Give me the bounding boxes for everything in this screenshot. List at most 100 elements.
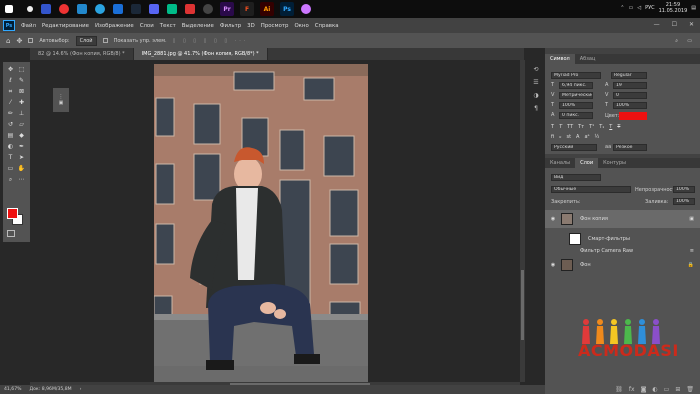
document-photo[interactable] [154,64,368,384]
telegram-icon[interactable] [95,4,105,14]
all-caps-button[interactable]: TT [567,124,573,130]
foreground-color-swatch[interactable] [7,208,18,219]
align-icons[interactable]: ▯ ▯ ▯ ▯ ▯ ▯ ··· [173,38,249,44]
workspace-icon[interactable]: ▭ [687,38,692,44]
photoshop-icon[interactable]: Ps [280,2,294,16]
delete-layer-icon[interactable]: 🗑 [686,386,694,393]
font-family-select[interactable]: Myriad Pro [551,72,601,79]
baseline-field[interactable]: 0 пикс. [559,112,593,119]
move-tool-icon[interactable]: ✥ [16,37,22,45]
superscript-button[interactable]: T¹ [589,124,594,130]
language-select[interactable]: Русский [551,144,597,151]
menu-window[interactable]: Окно [294,23,308,29]
mail-icon[interactable] [77,4,87,14]
paragraph-panel-icon[interactable]: ¶ [534,105,538,112]
doc-tab-1[interactable]: 82 @ 14.6% (Фон копия, RGB/8) * [30,48,134,60]
status-arrow-icon[interactable]: › [80,387,82,392]
search-icon[interactable]: ⌕ [675,38,678,44]
marquee-tool-icon[interactable]: ⬚ [16,64,27,75]
frame-tool-icon[interactable]: ⊠ [16,86,27,97]
chrome-icon[interactable] [59,4,69,14]
transform-controls-checkbox[interactable] [102,38,108,43]
premiere-icon[interactable]: Pr [220,2,234,16]
zoom-tool-icon[interactable]: ⌕ [5,174,16,185]
menu-view[interactable]: Просмотр [261,23,289,29]
browser-icon[interactable] [41,4,51,14]
vertical-scroll-thumb[interactable] [521,270,524,340]
tab-paths[interactable]: Контуры [598,158,631,168]
ordinals-button[interactable]: aᵃ [584,134,589,140]
autoselect-checkbox[interactable] [28,38,34,43]
filter-options-icon[interactable]: ≡ [690,248,694,254]
gradient-icon[interactable]: ▤ [5,130,16,141]
notifications-icon[interactable]: ▤ [691,5,696,11]
layer-row-background[interactable]: ◉ Фон 🔒 [545,256,700,274]
tab-paragraph[interactable]: Абзац [575,54,601,64]
properties-icon[interactable]: ▣ [59,100,64,106]
layer-row-background-copy[interactable]: ◉ Фон копия ▣ [545,210,700,228]
tab-layers[interactable]: Слои [575,158,599,168]
steam-icon[interactable] [131,4,141,14]
text-color-swatch[interactable] [619,112,647,120]
menu-help[interactable]: Справка [315,23,339,29]
link-layers-icon[interactable]: ⛓ [615,386,623,393]
fractions-button[interactable]: ½ [595,134,600,140]
adjustment-layer-icon[interactable]: ◐ [652,386,657,393]
eyedropper-icon[interactable]: ⁄ [5,97,16,108]
layer-filter-select[interactable]: Вид [551,174,601,181]
shape-tool-icon[interactable]: ▭ [5,163,16,174]
font-style-select[interactable]: Regular [611,72,647,79]
new-group-icon[interactable]: ▭ [664,386,670,393]
illustrator-icon[interactable]: Ai [260,2,274,16]
eraser-icon[interactable]: ▱ [16,119,27,130]
language-indicator[interactable]: РУС [645,5,655,11]
tray-chevron-icon[interactable]: ⌃ [620,5,624,11]
close-icon[interactable]: ✕ [689,21,694,28]
music-icon[interactable] [185,4,195,14]
vpn-icon[interactable] [167,4,177,14]
clock[interactable]: 21:59 11.05.2019 [659,2,688,14]
font-size-field[interactable]: 6,94 пикс. [559,82,593,89]
vertical-scrollbar[interactable] [520,60,525,382]
zoom-level[interactable]: 41,67% [4,387,22,392]
fill-field[interactable]: 100% [673,198,695,205]
pen-tool-icon[interactable]: ✒ [16,141,27,152]
volume-icon[interactable]: ◁ [637,5,641,11]
vertical-scale-field[interactable]: 100% [559,102,593,109]
new-layer-icon[interactable]: ⊞ [675,386,680,393]
menu-type[interactable]: Текст [160,23,176,29]
antialias-select[interactable]: Резкое [613,144,647,151]
swash-button[interactable]: ℴ [559,134,561,140]
titling-button[interactable]: A [576,134,579,140]
minimize-icon[interactable]: — [654,21,660,28]
visibility-eye-icon[interactable]: ◉ [549,262,557,268]
stamp-tool-icon[interactable]: ⊥ [16,108,27,119]
history-brush-icon[interactable]: ↺ [5,119,16,130]
home-icon[interactable]: ⌂ [6,37,10,45]
figma-icon[interactable]: F [240,2,254,16]
crop-tool-icon[interactable]: ⌗ [5,86,16,97]
tab-character[interactable]: Символ [545,54,575,64]
move-tool-icon[interactable]: ✥ [5,64,16,75]
menu-image[interactable]: Изображение [95,23,134,29]
path-select-icon[interactable]: ➤ [16,152,27,163]
search-icon[interactable] [27,6,33,12]
stylistic-button[interactable]: st [566,134,571,140]
strikethrough-button[interactable]: T [617,124,620,130]
menu-layers[interactable]: Слои [140,23,154,29]
blend-mode-select[interactable]: Обычные [551,186,631,193]
menu-edit[interactable]: Редактирование [42,23,89,29]
menu-file[interactable]: Файл [21,23,36,29]
horizontal-scale-field[interactable]: 100% [613,102,647,109]
menu-3d[interactable]: 3D [247,23,255,29]
more-tools-icon[interactable]: ⋯ [16,174,27,185]
brush-tool-icon[interactable]: ✏ [5,108,16,119]
underline-button[interactable]: T [609,124,612,130]
quick-select-icon[interactable]: ✎ [16,75,27,86]
ligatures-button[interactable]: fi [551,134,554,140]
tab-channels[interactable]: Каналы [545,158,575,168]
discord-icon[interactable] [149,4,159,14]
windows-start-icon[interactable] [5,5,13,13]
add-mask-icon[interactable]: ◙ [641,386,647,393]
extra-app-icon[interactable] [301,4,311,14]
